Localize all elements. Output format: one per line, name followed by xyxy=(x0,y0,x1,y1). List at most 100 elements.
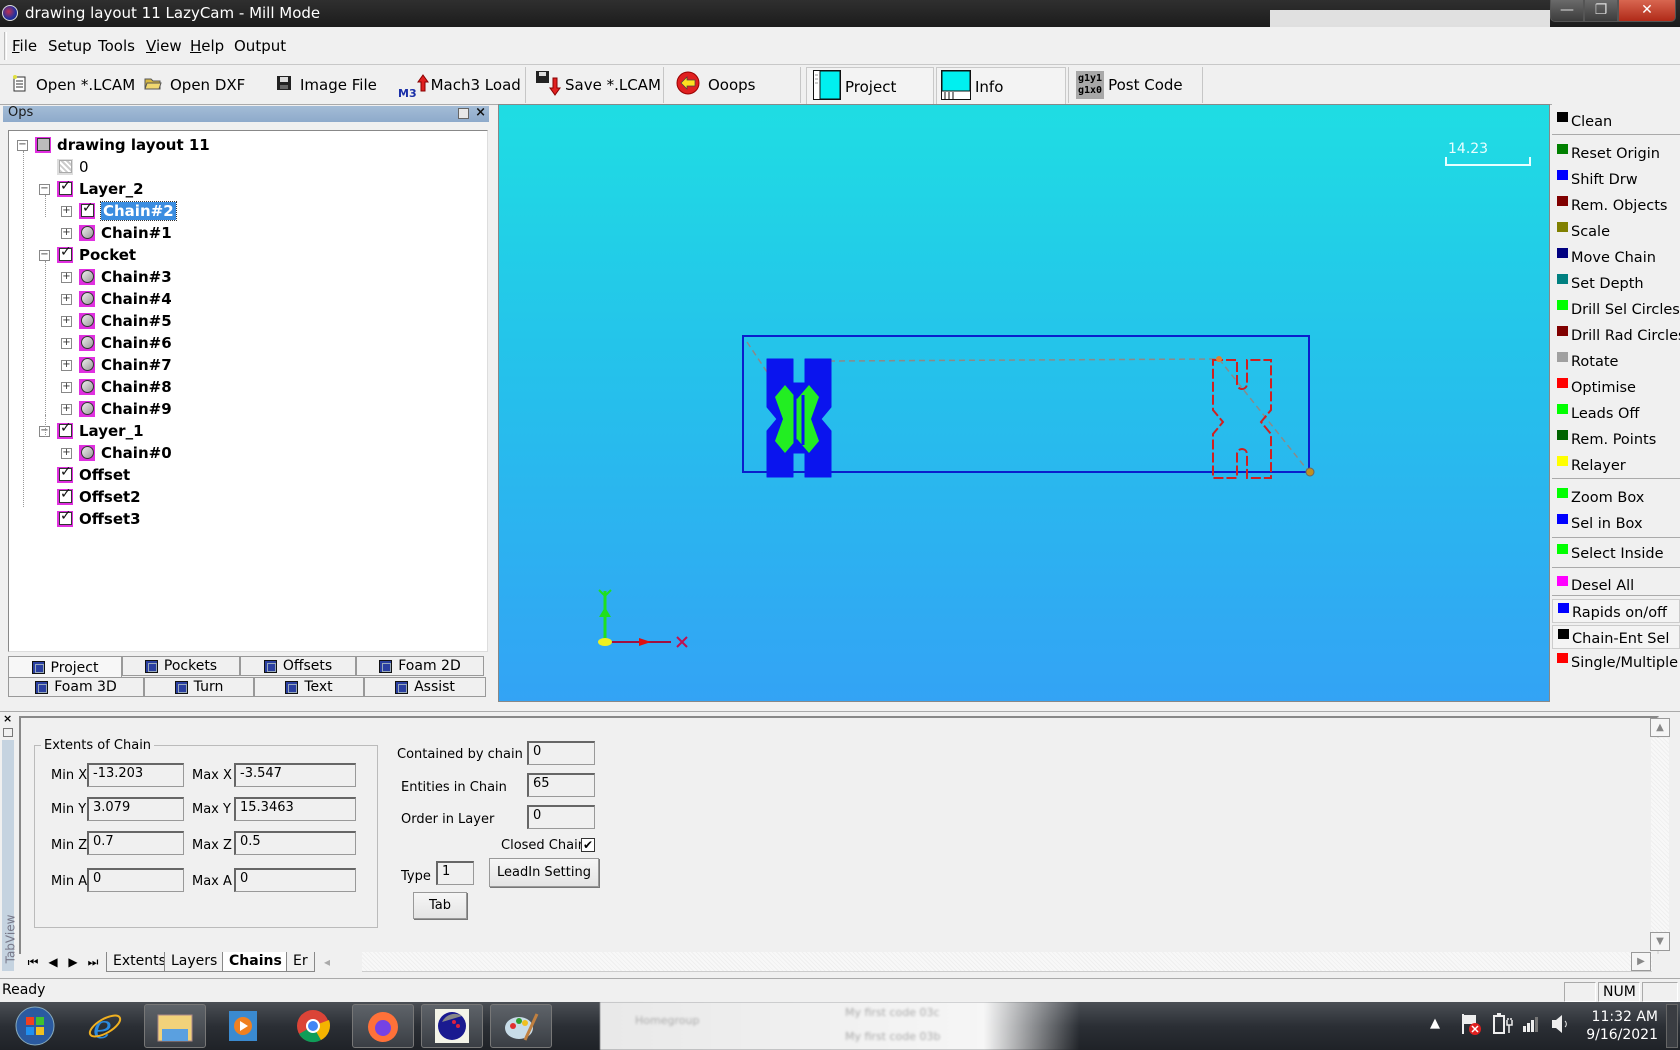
prev-tab-button[interactable]: ◀ xyxy=(44,954,62,970)
collapse-icon[interactable]: − xyxy=(17,139,28,151)
chain-status-icon[interactable] xyxy=(79,291,95,307)
tree-item[interactable]: − Pocket xyxy=(39,244,136,266)
command-rem-objects[interactable]: Rem. Objects xyxy=(1552,193,1680,217)
taskbar-file-explorer[interactable] xyxy=(144,1004,206,1048)
command-rem-points[interactable]: Rem. Points xyxy=(1552,427,1680,451)
ops-tab-foam-3d[interactable]: Foam 3D xyxy=(8,677,144,697)
open-lcam-button[interactable]: Open *.LCAM xyxy=(12,65,135,105)
tabview-close-button[interactable]: × xyxy=(3,712,12,725)
command-optimise[interactable]: Optimise xyxy=(1552,375,1680,399)
info-view-button[interactable]: Info xyxy=(936,67,1066,105)
menu-file[interactable]: File xyxy=(12,37,37,55)
scroll-right-button[interactable]: ▶ xyxy=(1631,952,1651,971)
command-clean[interactable]: Clean xyxy=(1552,109,1680,133)
chain-status-icon[interactable] xyxy=(79,335,95,351)
menu-tools[interactable]: Tools xyxy=(98,37,135,55)
layer-checkbox[interactable] xyxy=(57,486,73,505)
command-drill-rad-circles[interactable]: Drill Rad Circles xyxy=(1552,323,1680,347)
close-button[interactable]: ✕ xyxy=(1618,0,1676,22)
ops-tree[interactable]: − drawing layout 11 0 − Layer_2 + Chain#2 + Chai… xyxy=(8,130,488,652)
max-x-field[interactable]: -3.547 xyxy=(234,763,356,787)
show-desktop-button[interactable] xyxy=(1666,1004,1678,1048)
layer-checkbox[interactable] xyxy=(79,200,95,219)
menu-view[interactable]: View xyxy=(146,37,182,55)
min-a-field[interactable]: 0 xyxy=(87,868,184,892)
layer-checkbox[interactable] xyxy=(57,178,73,197)
tree-item[interactable]: − drawing layout 11 xyxy=(17,134,210,156)
ops-tab-project[interactable]: Project xyxy=(8,656,122,678)
menu-setup[interactable]: Setup xyxy=(48,37,92,55)
tree-item[interactable]: + Chain#9 xyxy=(61,398,172,420)
tab-layers[interactable]: Layers xyxy=(164,952,225,972)
max-z-field[interactable]: 0.5 xyxy=(234,831,356,855)
ops-tab-turn[interactable]: Turn xyxy=(144,677,254,697)
ops-panel-float-button[interactable] xyxy=(458,108,469,119)
layer-checkbox[interactable] xyxy=(57,464,73,483)
taskbar-media-player[interactable] xyxy=(212,1004,274,1048)
layer-checkbox[interactable] xyxy=(57,159,73,175)
expand-icon[interactable]: + xyxy=(61,403,72,415)
collapse-icon[interactable]: − xyxy=(39,249,50,261)
command-chain-ent-sel[interactable]: Chain-Ent Sel xyxy=(1552,625,1680,649)
command-leads-off[interactable]: Leads Off xyxy=(1552,401,1680,425)
ops-tab-offsets[interactable]: Offsets xyxy=(240,656,356,676)
expand-icon[interactable]: + xyxy=(61,381,72,393)
action-center-flag-icon[interactable] xyxy=(1460,1012,1482,1040)
tree-item[interactable]: − Layer_2 xyxy=(39,178,144,200)
order-field[interactable]: 0 xyxy=(527,805,595,829)
taskbar-internet-explorer[interactable]: e xyxy=(74,1004,136,1048)
minimize-button[interactable]: — xyxy=(1550,0,1584,22)
max-a-field[interactable]: 0 xyxy=(234,868,356,892)
image-file-button[interactable]: Image File xyxy=(276,65,377,105)
layer-checkbox[interactable] xyxy=(35,137,51,153)
type-field[interactable]: 1 xyxy=(436,861,474,885)
chain-status-icon[interactable] xyxy=(79,401,95,417)
command-move-chain[interactable]: Move Chain xyxy=(1552,245,1680,269)
tabview-float-button[interactable] xyxy=(3,728,13,737)
entities-field[interactable]: 65 xyxy=(527,773,595,797)
scroll-down-button[interactable]: ▼ xyxy=(1650,932,1670,951)
command-single-multiple[interactable]: Single/Multiple xyxy=(1552,650,1680,674)
vertical-scrollbar[interactable] xyxy=(1651,738,1669,943)
ops-tab-foam-2d[interactable]: Foam 2D xyxy=(356,656,484,676)
expand-icon[interactable]: + xyxy=(61,293,72,305)
min-x-field[interactable]: -13.203 xyxy=(87,763,184,787)
command-set-depth[interactable]: Set Depth xyxy=(1552,271,1680,295)
expand-icon[interactable]: + xyxy=(61,205,72,217)
command-relayer[interactable]: Relayer xyxy=(1552,453,1680,477)
command-select-inside[interactable]: Select Inside xyxy=(1552,541,1680,565)
command-rapids-on-off[interactable]: Rapids on/off xyxy=(1552,599,1680,623)
maximize-button[interactable]: ❐ xyxy=(1584,0,1618,22)
layer-checkbox[interactable] xyxy=(57,508,73,527)
save-lcam-button[interactable]: Save *.LCAM xyxy=(535,65,661,105)
project-view-button[interactable]: Project xyxy=(806,67,934,105)
post-code-button[interactable]: g1y1 g1x0 Post Code xyxy=(1076,65,1183,105)
taskbar-clock[interactable]: 11:32 AM 9/16/2021 xyxy=(1568,1008,1658,1044)
start-button[interactable] xyxy=(4,1004,66,1048)
tree-item[interactable]: + Chain#1 xyxy=(61,222,172,244)
tab-chains[interactable]: Chains xyxy=(222,952,289,972)
ooops-undo-button[interactable]: Ooops xyxy=(676,65,756,105)
ops-tab-assist[interactable]: Assist xyxy=(364,677,486,697)
layer-checkbox[interactable] xyxy=(57,420,73,439)
tree-item[interactable]: 0 xyxy=(39,156,89,178)
pocketed-x-shape[interactable] xyxy=(766,358,832,478)
tree-item[interactable]: Offset3 xyxy=(39,508,141,530)
chain-status-icon[interactable] xyxy=(79,445,95,461)
ops-tab-text[interactable]: Text xyxy=(254,677,364,697)
closed-chain-checkbox[interactable]: ✔ xyxy=(581,838,595,852)
max-y-field[interactable]: 15.3463 xyxy=(234,797,356,821)
chain-status-icon[interactable] xyxy=(79,379,95,395)
menu-output[interactable]: Output xyxy=(234,37,286,55)
volume-speaker-icon[interactable] xyxy=(1550,1012,1570,1040)
tree-item[interactable]: + Chain#8 xyxy=(61,376,172,398)
expand-icon[interactable]: + xyxy=(61,359,72,371)
taskbar-chrome[interactable] xyxy=(282,1004,344,1048)
command-sel-in-box[interactable]: Sel in Box xyxy=(1552,511,1680,535)
show-hidden-icons-button[interactable]: ▲ xyxy=(1430,1016,1440,1031)
chain-status-icon[interactable] xyxy=(79,357,95,373)
taskbar-firefox[interactable] xyxy=(352,1004,414,1048)
command-reset-origin[interactable]: Reset Origin xyxy=(1552,141,1680,165)
open-dxf-button[interactable]: Open DXF xyxy=(144,65,245,105)
tree-item[interactable]: −Layer_1 xyxy=(39,420,144,442)
